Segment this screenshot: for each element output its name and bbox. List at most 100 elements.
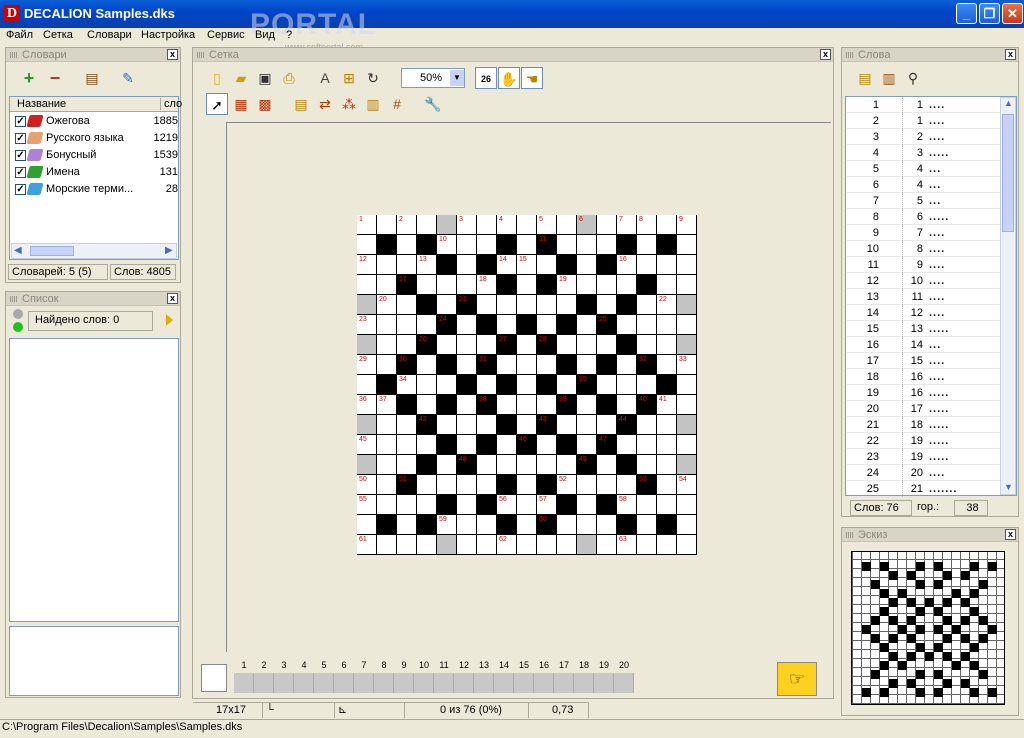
grid-cell[interactable]: 14 bbox=[497, 255, 517, 275]
black-cell[interactable]: 51 bbox=[397, 475, 417, 495]
book-icon[interactable]: ▤ bbox=[81, 67, 103, 89]
grid-cell[interactable]: 2 bbox=[397, 215, 417, 235]
grid-cell[interactable] bbox=[637, 315, 657, 335]
hash-grid-icon[interactable]: # bbox=[386, 93, 408, 115]
black-cell[interactable] bbox=[557, 315, 577, 335]
grid-cell[interactable] bbox=[657, 215, 677, 235]
grid-cell[interactable] bbox=[677, 295, 697, 315]
grid-cell[interactable] bbox=[377, 215, 397, 235]
grid-cell[interactable] bbox=[677, 535, 697, 555]
grid-cell[interactable] bbox=[597, 375, 617, 395]
grid-cell[interactable] bbox=[537, 295, 557, 315]
grid-cell[interactable] bbox=[417, 495, 437, 515]
black-cell[interactable]: 25 bbox=[597, 315, 617, 335]
grid-cell[interactable]: 8 bbox=[637, 215, 657, 235]
grid-cell[interactable] bbox=[457, 275, 477, 295]
grid-cell[interactable] bbox=[457, 495, 477, 515]
grid-cell[interactable] bbox=[437, 475, 457, 495]
grid-cell[interactable] bbox=[637, 235, 657, 255]
grid-cell[interactable] bbox=[397, 515, 417, 535]
grid-cell[interactable] bbox=[517, 515, 537, 535]
black-cell[interactable]: 35 bbox=[577, 375, 597, 395]
black-cell[interactable]: 30 bbox=[397, 355, 417, 375]
black-cell[interactable] bbox=[457, 375, 477, 395]
grid-cell[interactable] bbox=[457, 535, 477, 555]
grid-cell[interactable] bbox=[417, 375, 437, 395]
black-cell[interactable] bbox=[617, 335, 637, 355]
grid-cell[interactable] bbox=[517, 335, 537, 355]
grid-cell[interactable] bbox=[557, 535, 577, 555]
grid-cell[interactable] bbox=[437, 535, 457, 555]
grid-cell[interactable] bbox=[357, 415, 377, 435]
grid-cell[interactable]: 62 bbox=[497, 535, 517, 555]
black-cell[interactable] bbox=[497, 275, 517, 295]
grid-cell[interactable] bbox=[477, 515, 497, 535]
grid-cell[interactable] bbox=[557, 455, 577, 475]
grid-cell[interactable] bbox=[417, 395, 437, 415]
grid-cell[interactable] bbox=[397, 455, 417, 475]
word-row[interactable]: 12 10.... bbox=[847, 273, 1001, 289]
word-row[interactable]: 5 4... bbox=[847, 161, 1001, 177]
grid-cell[interactable] bbox=[597, 515, 617, 535]
black-cell[interactable]: 24 bbox=[437, 315, 457, 335]
word-row[interactable]: 16 14... bbox=[847, 337, 1001, 353]
grid-cell[interactable]: 54 bbox=[677, 475, 697, 495]
dictionaries-hscrollbar[interactable]: ◀ ▶ bbox=[11, 243, 177, 259]
grid-cell[interactable] bbox=[477, 295, 497, 315]
grid-cell[interactable] bbox=[457, 235, 477, 255]
black-cell[interactable] bbox=[517, 315, 537, 335]
black-cell[interactable]: 43 bbox=[537, 415, 557, 435]
grid-cell[interactable] bbox=[497, 355, 517, 375]
grid-cell[interactable] bbox=[377, 475, 397, 495]
solve-hand-button[interactable]: ☞ bbox=[777, 662, 817, 696]
words-vscrollbar[interactable]: ▲ ▼ bbox=[1000, 97, 1016, 495]
black-cell[interactable]: 28 bbox=[537, 335, 557, 355]
grid-cell[interactable] bbox=[537, 535, 557, 555]
black-cell[interactable]: 27 bbox=[497, 335, 517, 355]
grid-cell[interactable] bbox=[657, 435, 677, 455]
grid-cell[interactable] bbox=[377, 535, 397, 555]
black-cell[interactable] bbox=[497, 475, 517, 495]
grid-cell[interactable] bbox=[597, 535, 617, 555]
grid-cell[interactable] bbox=[477, 475, 497, 495]
black-cell[interactable] bbox=[497, 375, 517, 395]
grid-cell[interactable] bbox=[517, 455, 537, 475]
black-cell[interactable] bbox=[477, 495, 497, 515]
grid-cell[interactable] bbox=[537, 455, 557, 475]
menu-grid[interactable]: Сетка bbox=[43, 29, 73, 41]
grid-cell[interactable] bbox=[597, 475, 617, 495]
black-cell[interactable] bbox=[437, 495, 457, 515]
grid-cell[interactable] bbox=[457, 395, 477, 415]
grid-cell[interactable] bbox=[517, 395, 537, 415]
word-row[interactable]: 3 2.... bbox=[847, 129, 1001, 145]
grid-cell[interactable] bbox=[477, 215, 497, 235]
grid-cell[interactable]: 13 bbox=[417, 255, 437, 275]
grid-cell[interactable]: 9 bbox=[677, 215, 697, 235]
dictionary-row[interactable]: ✓ Морские терми... 28 bbox=[12, 181, 178, 198]
refresh-icon[interactable]: ↻ bbox=[362, 67, 384, 89]
grid-cell[interactable]: 52 bbox=[557, 475, 577, 495]
grid-cell[interactable] bbox=[477, 235, 497, 255]
grid-cell[interactable] bbox=[577, 255, 597, 275]
dictionary-row[interactable]: ✓ Ожегова 1885 bbox=[12, 113, 178, 130]
word-row[interactable]: 22 19..... bbox=[847, 433, 1001, 449]
checkbox[interactable]: ✓ bbox=[15, 133, 26, 144]
grid-cell[interactable] bbox=[477, 375, 497, 395]
grid-cell[interactable] bbox=[417, 535, 437, 555]
grid-cell[interactable] bbox=[537, 395, 557, 415]
word-row[interactable]: 24 20.... bbox=[847, 465, 1001, 481]
grid-cell[interactable] bbox=[517, 535, 537, 555]
grid-cell[interactable] bbox=[457, 355, 477, 375]
grid-cell[interactable] bbox=[457, 435, 477, 455]
grid-cell[interactable] bbox=[657, 275, 677, 295]
grid-cell[interactable] bbox=[637, 335, 657, 355]
black-cell[interactable] bbox=[377, 235, 397, 255]
grid-cell[interactable]: 41 bbox=[657, 395, 677, 415]
grid-cell[interactable] bbox=[437, 215, 457, 235]
black-cell[interactable] bbox=[477, 435, 497, 455]
grid-cell[interactable] bbox=[657, 315, 677, 335]
grid-cell[interactable] bbox=[617, 375, 637, 395]
black-cell[interactable] bbox=[437, 395, 457, 415]
black-cell[interactable] bbox=[557, 255, 577, 275]
grid-cell[interactable]: 61 bbox=[357, 535, 377, 555]
